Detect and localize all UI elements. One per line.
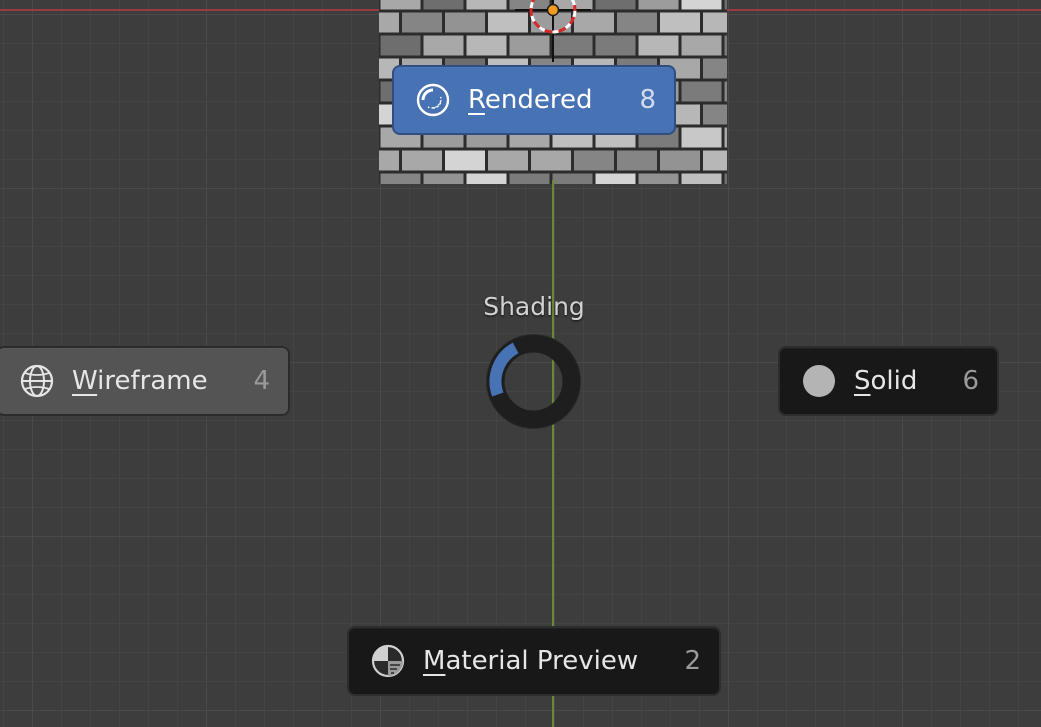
solid-label: Solid — [854, 366, 918, 396]
wireframe-label: Wireframe — [72, 366, 208, 396]
material-preview-option[interactable]: Material Preview 2 — [347, 626, 721, 696]
solid-shading-icon — [800, 362, 838, 400]
wireframe-shortcut: 4 — [253, 366, 270, 396]
rendered-shortcut: 8 — [639, 85, 656, 115]
wireframe-option[interactable]: Wireframe 4 — [0, 346, 290, 416]
pie-direction-indicator — [486, 334, 581, 429]
wireframe-shading-icon — [18, 362, 56, 400]
rendered-option[interactable]: Rendered 8 — [392, 65, 676, 135]
rendered-label: Rendered — [468, 85, 593, 115]
pie-menu-title: Shading — [483, 292, 585, 321]
solid-shortcut: 6 — [962, 366, 979, 396]
material-preview-label: Material Preview — [423, 646, 639, 676]
solid-option[interactable]: Solid 6 — [778, 346, 999, 416]
shading-pie-menu: Shading Rendered 8 Wireframe 4 Solid 6 M… — [0, 0, 1041, 727]
3d-viewport[interactable]: Shading Rendered 8 Wireframe 4 Solid 6 M… — [0, 0, 1041, 727]
material-preview-shortcut: 2 — [684, 646, 701, 676]
material-preview-shading-icon — [369, 642, 407, 680]
rendered-shading-icon — [414, 81, 452, 119]
